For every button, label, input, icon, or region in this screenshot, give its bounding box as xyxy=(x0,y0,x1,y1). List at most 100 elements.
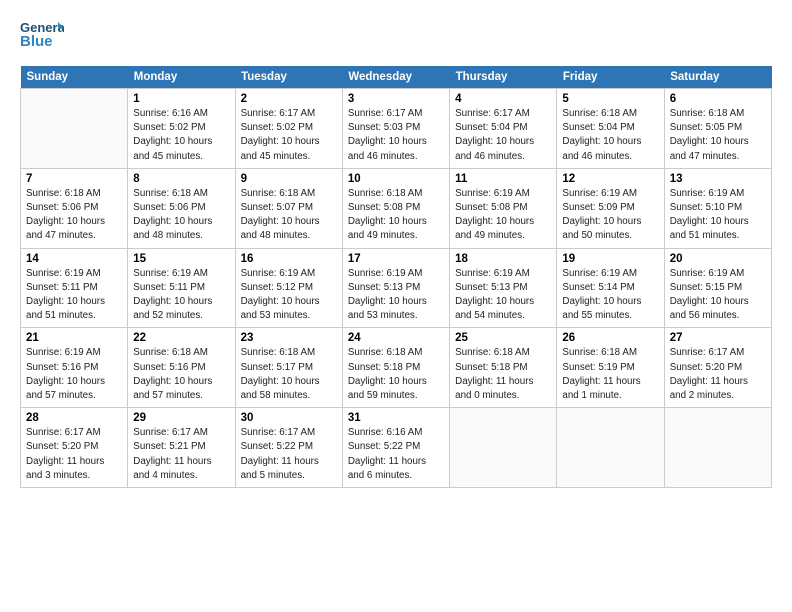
day-info: Sunrise: 6:17 AM Sunset: 5:20 PM Dayligh… xyxy=(670,346,766,403)
calendar-cell: 16 Sunrise: 6:19 AM Sunset: 5:12 PM Dayli… xyxy=(235,248,342,328)
day-number: 25 xyxy=(455,332,551,344)
calendar-week-row: 7 Sunrise: 6:18 AM Sunset: 5:06 PM Daylig… xyxy=(21,168,772,248)
day-number: 28 xyxy=(26,412,122,424)
day-info: Sunrise: 6:19 AM Sunset: 5:11 PM Dayligh… xyxy=(133,267,229,324)
svg-text:Blue: Blue xyxy=(20,33,53,50)
day-info: Sunrise: 6:18 AM Sunset: 5:08 PM Dayligh… xyxy=(348,187,444,244)
day-number: 26 xyxy=(562,332,658,344)
calendar-cell: 5 Sunrise: 6:18 AM Sunset: 5:04 PM Daylig… xyxy=(557,89,664,169)
calendar-week-row: 1 Sunrise: 6:16 AM Sunset: 5:02 PM Daylig… xyxy=(21,89,772,169)
calendar-cell: 14Sunrise: 6:19 AM Sunset: 5:11 PM Dayli… xyxy=(21,248,128,328)
day-number: 27 xyxy=(670,332,766,344)
logo-block: General Blue xyxy=(20,18,64,56)
calendar-cell: 10 Sunrise: 6:18 AM Sunset: 5:08 PM Dayli… xyxy=(342,168,449,248)
day-number: 5 xyxy=(562,93,658,105)
day-number: 15 xyxy=(133,253,229,265)
day-info: Sunrise: 6:18 AM Sunset: 5:06 PM Dayligh… xyxy=(26,187,122,244)
day-info: Sunrise: 6:18 AM Sunset: 5:16 PM Dayligh… xyxy=(133,346,229,403)
calendar-cell: 7 Sunrise: 6:18 AM Sunset: 5:06 PM Daylig… xyxy=(21,168,128,248)
calendar-cell: 12Sunrise: 6:19 AM Sunset: 5:09 PM Dayli… xyxy=(557,168,664,248)
calendar-cell: 1 Sunrise: 6:16 AM Sunset: 5:02 PM Daylig… xyxy=(128,89,235,169)
day-info: Sunrise: 6:19 AM Sunset: 5:14 PM Dayligh… xyxy=(562,267,658,324)
day-number: 9 xyxy=(241,173,337,185)
calendar-cell: 21Sunrise: 6:19 AM Sunset: 5:16 PM Dayli… xyxy=(21,328,128,408)
calendar-table: SundayMondayTuesdayWednesdayThursdayFrid… xyxy=(20,66,772,488)
day-number: 22 xyxy=(133,332,229,344)
day-number: 19 xyxy=(562,253,658,265)
day-number: 8 xyxy=(133,173,229,185)
day-info: Sunrise: 6:19 AM Sunset: 5:13 PM Dayligh… xyxy=(348,267,444,324)
calendar-cell: 3 Sunrise: 6:17 AM Sunset: 5:03 PM Daylig… xyxy=(342,89,449,169)
calendar-cell: 19 Sunrise: 6:19 AM Sunset: 5:14 PM Dayli… xyxy=(557,248,664,328)
day-header-saturday: Saturday xyxy=(664,66,771,89)
day-info: Sunrise: 6:17 AM Sunset: 5:22 PM Dayligh… xyxy=(241,426,337,483)
day-number: 30 xyxy=(241,412,337,424)
day-number: 1 xyxy=(133,93,229,105)
day-info: Sunrise: 6:17 AM Sunset: 5:21 PM Dayligh… xyxy=(133,426,229,483)
day-number: 3 xyxy=(348,93,444,105)
day-header-wednesday: Wednesday xyxy=(342,66,449,89)
top-header: General Blue xyxy=(20,18,772,60)
day-info: Sunrise: 6:18 AM Sunset: 5:05 PM Dayligh… xyxy=(670,107,766,164)
day-info: Sunrise: 6:18 AM Sunset: 5:17 PM Dayligh… xyxy=(241,346,337,403)
day-number: 24 xyxy=(348,332,444,344)
calendar-week-row: 21Sunrise: 6:19 AM Sunset: 5:16 PM Dayli… xyxy=(21,328,772,408)
calendar-cell: 18 Sunrise: 6:19 AM Sunset: 5:13 PM Dayli… xyxy=(450,248,557,328)
calendar-cell: 24 Sunrise: 6:18 AM Sunset: 5:18 PM Dayli… xyxy=(342,328,449,408)
day-info: Sunrise: 6:19 AM Sunset: 5:08 PM Dayligh… xyxy=(455,187,551,244)
calendar-week-row: 14 Sunrise: 6:19 AM Sunset: 5:11 PM Dayli… xyxy=(21,248,772,328)
day-info: Sunrise: 6:18 AM Sunset: 5:04 PM Dayligh… xyxy=(562,107,658,164)
day-info: Sunrise: 6:17 AM Sunset: 5:20 PM Dayligh… xyxy=(26,426,122,483)
calendar-cell: 20 Sunrise: 6:19 AM Sunset: 5:15 PM Dayli… xyxy=(664,248,771,328)
calendar-cell: 23 Sunrise: 6:18 AM Sunset: 5:17 PM Dayli… xyxy=(235,328,342,408)
logo-icon: General Blue xyxy=(20,18,64,56)
calendar-cell: 27 Sunrise: 6:17 AM Sunset: 5:20 PM Dayli… xyxy=(664,328,771,408)
day-info: Sunrise: 6:19 AM Sunset: 5:13 PM Dayligh… xyxy=(455,267,551,324)
day-number: 6 xyxy=(670,93,766,105)
day-number: 10 xyxy=(348,173,444,185)
day-info: Sunrise: 6:17 AM Sunset: 5:03 PM Dayligh… xyxy=(348,107,444,164)
day-number: 14 xyxy=(26,253,122,265)
day-number: 12 xyxy=(562,173,658,185)
day-header-tuesday: Tuesday xyxy=(235,66,342,89)
day-number: 21 xyxy=(26,332,122,344)
day-info: Sunrise: 6:16 AM Sunset: 5:02 PM Dayligh… xyxy=(133,107,229,164)
day-info: Sunrise: 6:18 AM Sunset: 5:18 PM Dayligh… xyxy=(455,346,551,403)
day-header-sunday: Sunday xyxy=(21,66,128,89)
calendar-cell xyxy=(21,89,128,169)
calendar-cell: 17 Sunrise: 6:19 AM Sunset: 5:13 PM Dayli… xyxy=(342,248,449,328)
day-number: 17 xyxy=(348,253,444,265)
day-number: 2 xyxy=(241,93,337,105)
day-info: Sunrise: 6:17 AM Sunset: 5:02 PM Dayligh… xyxy=(241,107,337,164)
calendar-cell: 2 Sunrise: 6:17 AM Sunset: 5:02 PM Daylig… xyxy=(235,89,342,169)
calendar-cell: 30 Sunrise: 6:17 AM Sunset: 5:22 PM Dayli… xyxy=(235,408,342,488)
day-number: 16 xyxy=(241,253,337,265)
day-info: Sunrise: 6:18 AM Sunset: 5:07 PM Dayligh… xyxy=(241,187,337,244)
calendar-cell: 31Sunrise: 6:16 AM Sunset: 5:22 PM Dayli… xyxy=(342,408,449,488)
day-info: Sunrise: 6:19 AM Sunset: 5:12 PM Dayligh… xyxy=(241,267,337,324)
day-info: Sunrise: 6:18 AM Sunset: 5:18 PM Dayligh… xyxy=(348,346,444,403)
calendar-cell xyxy=(557,408,664,488)
calendar-cell: 22 Sunrise: 6:18 AM Sunset: 5:16 PM Dayli… xyxy=(128,328,235,408)
day-number: 20 xyxy=(670,253,766,265)
calendar-week-row: 28 Sunrise: 6:17 AM Sunset: 5:20 PM Dayli… xyxy=(21,408,772,488)
calendar-cell: 8 Sunrise: 6:18 AM Sunset: 5:06 PM Daylig… xyxy=(128,168,235,248)
day-number: 7 xyxy=(26,173,122,185)
calendar-cell: 26Sunrise: 6:18 AM Sunset: 5:19 PM Dayli… xyxy=(557,328,664,408)
calendar-cell: 11 Sunrise: 6:19 AM Sunset: 5:08 PM Dayli… xyxy=(450,168,557,248)
day-info: Sunrise: 6:18 AM Sunset: 5:06 PM Dayligh… xyxy=(133,187,229,244)
calendar-cell: 28 Sunrise: 6:17 AM Sunset: 5:20 PM Dayli… xyxy=(21,408,128,488)
day-number: 23 xyxy=(241,332,337,344)
day-number: 11 xyxy=(455,173,551,185)
day-info: Sunrise: 6:19 AM Sunset: 5:10 PM Dayligh… xyxy=(670,187,766,244)
calendar-cell: 9 Sunrise: 6:18 AM Sunset: 5:07 PM Daylig… xyxy=(235,168,342,248)
day-info: Sunrise: 6:19 AM Sunset: 5:15 PM Dayligh… xyxy=(670,267,766,324)
calendar-cell xyxy=(450,408,557,488)
calendar-cell xyxy=(664,408,771,488)
day-number: 18 xyxy=(455,253,551,265)
day-number: 13 xyxy=(670,173,766,185)
day-number: 31 xyxy=(348,412,444,424)
calendar-cell: 25 Sunrise: 6:18 AM Sunset: 5:18 PM Dayli… xyxy=(450,328,557,408)
day-header-thursday: Thursday xyxy=(450,66,557,89)
page-container: General Blue SundayMondayTuesdayWednesda… xyxy=(0,0,792,498)
